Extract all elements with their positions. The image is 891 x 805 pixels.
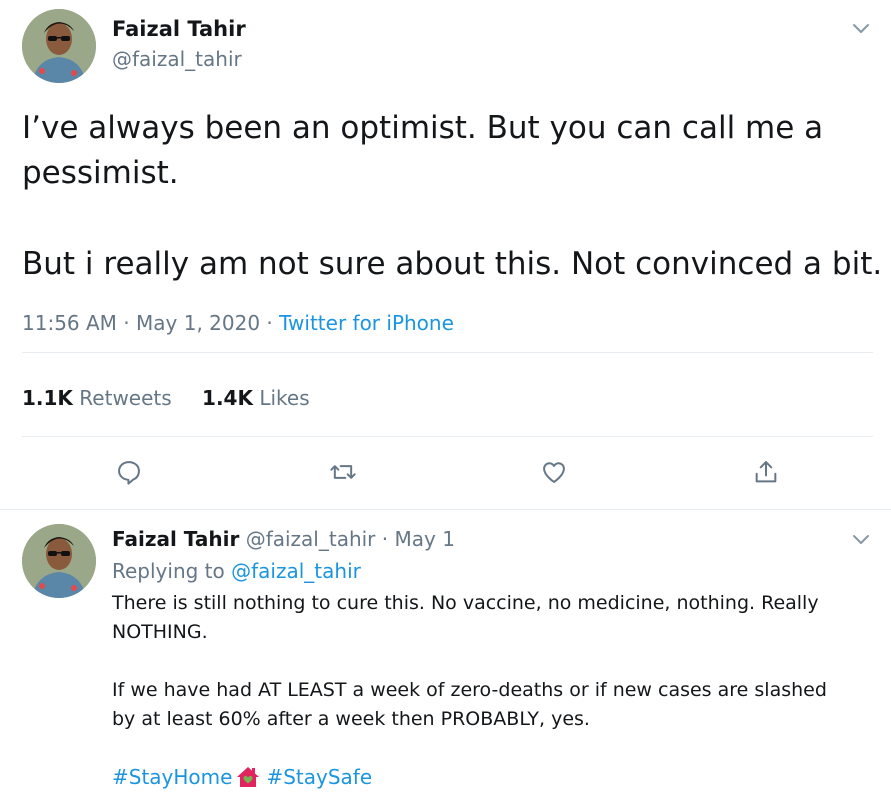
reply-text-line: There is still nothing to cure this. No … (112, 592, 819, 614)
tweet-meta: 11:56 AM · May 1, 2020 · Twitter for iPh… (22, 311, 454, 335)
hashtag-staysafe[interactable]: #StaySafe (266, 765, 372, 789)
reply-icon[interactable] (109, 452, 149, 492)
retweets-stat[interactable]: 1.1K Retweets (22, 386, 178, 410)
chevron-down-icon[interactable] (849, 16, 873, 40)
chevron-down-icon[interactable] (849, 527, 873, 551)
author-name[interactable]: Faizal Tahir (112, 17, 246, 41)
retweets-count: 1.1K (22, 386, 73, 410)
tweet-source[interactable]: Twitter for iPhone (279, 311, 454, 335)
house-with-heart-icon (236, 765, 260, 789)
reply-hashtags: #StayHome #StaySafe (112, 765, 372, 789)
reply-text-line: NOTHING. (112, 621, 208, 643)
likes-stat[interactable]: 1.4K Likes (202, 386, 310, 410)
tweet-text-line: But i really am not sure about this. Not… (22, 246, 883, 282)
reply-text-line: by at least 60% after a week then PROBAB… (112, 708, 590, 730)
reply-text-line: If we have had AT LEAST a week of zero-d… (112, 679, 827, 701)
like-icon[interactable] (534, 452, 574, 492)
hashtag-stayhome[interactable]: #StayHome (112, 765, 232, 789)
reply-author-handle[interactable]: @faizal_tahir (246, 527, 376, 551)
replying-handle[interactable]: @faizal_tahir (231, 559, 361, 583)
divider (22, 352, 873, 353)
likes-count: 1.4K (202, 386, 253, 410)
author-handle[interactable]: @faizal_tahir (112, 47, 242, 71)
meta-separator: · (381, 527, 389, 551)
author-avatar[interactable] (22, 9, 96, 83)
divider (0, 509, 891, 510)
tweet-date[interactable]: May 1, 2020 (136, 311, 260, 335)
meta-separator: · (123, 311, 130, 335)
retweets-label: Retweets (79, 386, 172, 410)
replying-prefix: Replying to (112, 559, 225, 583)
meta-separator: · (266, 311, 273, 335)
reply-date[interactable]: May 1 (394, 527, 454, 551)
replying-to: Replying to @faizal_tahir (112, 559, 361, 583)
tweet-text-line: pessimist. (22, 155, 179, 191)
reply-author-name[interactable]: Faizal Tahir (112, 527, 239, 551)
tweet-stats: 1.1K Retweets 1.4K Likes (22, 386, 310, 410)
retweet-icon[interactable] (323, 452, 363, 492)
reply-header: Faizal Tahir @faizal_tahir · May 1 (112, 527, 455, 551)
tweet-text-line: I’ve always been an optimist. But you ca… (22, 110, 824, 146)
likes-label: Likes (259, 386, 310, 410)
share-icon[interactable] (746, 452, 786, 492)
divider (22, 436, 873, 437)
tweet-time[interactable]: 11:56 AM (22, 311, 117, 335)
reply-author-avatar[interactable] (22, 524, 96, 598)
